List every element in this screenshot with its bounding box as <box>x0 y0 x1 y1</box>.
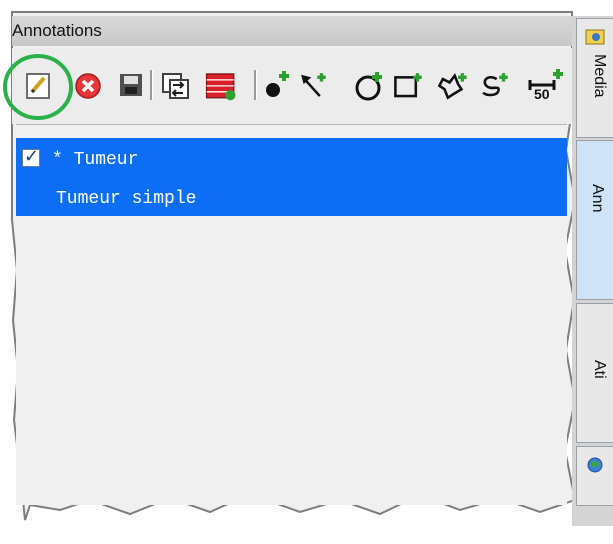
add-polygon-icon[interactable] <box>436 66 470 104</box>
tab-annotations[interactable] <box>576 140 613 300</box>
toolbar-separator <box>254 70 257 100</box>
panel-title: Annotations <box>12 21 102 40</box>
checkmark-icon: ✓ <box>24 146 40 167</box>
delete-annotation-icon[interactable] <box>72 66 106 104</box>
ruler-badge: 50 <box>534 86 550 102</box>
tab-annotations-label: Ann <box>589 184 606 213</box>
add-rectangle-icon[interactable] <box>392 66 426 104</box>
annotations-panel: Annotations 50 ✓ * Tumeur Tumeur simple … <box>0 0 613 544</box>
add-freehand-icon[interactable] <box>478 66 512 104</box>
tab-third-label: Ati <box>591 360 608 379</box>
add-arrow-icon[interactable] <box>296 66 330 104</box>
swap-annotation-icon[interactable] <box>158 66 192 104</box>
annotation-table-icon[interactable] <box>204 66 238 104</box>
annotation-name: * Tumeur <box>52 150 139 170</box>
annotation-description: Tumeur simple <box>56 189 197 209</box>
add-circle-icon[interactable] <box>352 66 386 104</box>
edit-annotation-icon[interactable] <box>22 66 56 104</box>
globe-icon <box>587 457 603 473</box>
tab-media-label: Media <box>591 54 608 98</box>
save-annotation-icon[interactable] <box>114 66 148 104</box>
add-point-icon[interactable] <box>260 66 294 104</box>
media-icon <box>585 29 605 45</box>
toolbar-separator <box>150 70 153 100</box>
tab-fourth[interactable] <box>576 446 613 506</box>
